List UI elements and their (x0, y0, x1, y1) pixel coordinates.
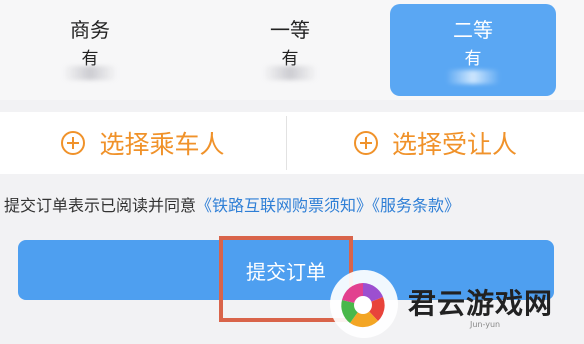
select-passenger-button[interactable]: 选择乘车人 (0, 112, 286, 174)
blurred-price (63, 66, 117, 80)
passenger-select-row: 选择乘车人 选择受让人 (0, 112, 584, 174)
select-passenger-label: 选择乘车人 (99, 130, 225, 159)
seat-tab-second-class[interactable]: 二等 有 (390, 4, 556, 96)
seat-tab-business[interactable]: 商务 有 (20, 0, 160, 96)
railway-notice-link[interactable]: 《铁路互联网购票须知》 (196, 196, 372, 215)
select-transferee-button[interactable]: 选择受让人 (287, 112, 584, 174)
watermark-subtext: Jun-yun (470, 320, 501, 329)
blurred-price (446, 70, 500, 84)
seat-class-bar: 商务 有 一等 有 二等 有 (0, 0, 584, 100)
add-circle-icon (61, 131, 86, 155)
seat-tab-name: 二等 (453, 18, 493, 42)
seat-tab-name: 商务 (70, 18, 110, 42)
seat-availability: 有 (464, 49, 482, 69)
select-transferee-label: 选择受让人 (391, 130, 517, 159)
seat-tab-first-class[interactable]: 一等 有 (220, 0, 360, 96)
agreement-notice: 提交订单表示已阅读并同意《铁路互联网购票须知》《服务条款》 (4, 192, 460, 216)
add-circle-icon (353, 131, 378, 155)
terms-of-service-link[interactable]: 《服务条款》 (372, 196, 460, 215)
blurred-price (263, 66, 317, 80)
agreement-text: 提交订单表示已阅读并同意 (4, 196, 197, 215)
seat-tab-name: 一等 (270, 18, 310, 42)
watermark-logo-icon (341, 283, 385, 328)
watermark-text: 君云游戏网 (408, 287, 554, 320)
